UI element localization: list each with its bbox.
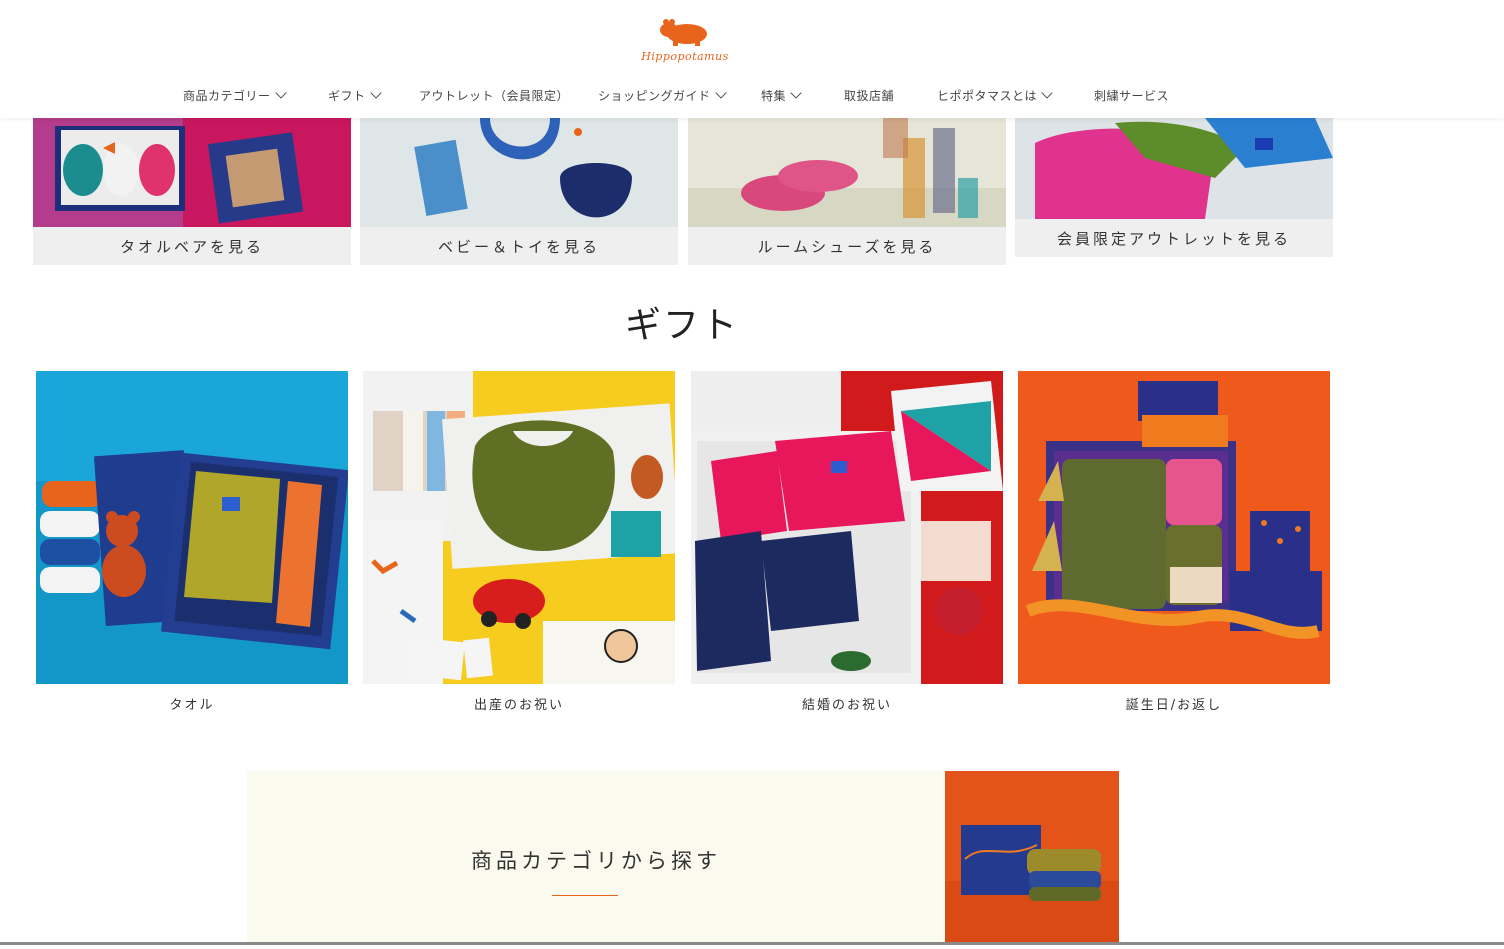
category-image	[33, 118, 351, 227]
category-image	[360, 118, 678, 227]
banner-accent-line	[552, 895, 618, 896]
nav-label: 商品カテゴリー	[183, 88, 271, 103]
gift-label: 出産のお祝い	[473, 698, 564, 713]
nav-label: アウトレット（会員限定）	[419, 88, 570, 103]
nav-label: ヒポポタマスとは	[937, 88, 1038, 103]
category-search-banner[interactable]: 商品カテゴリから探す	[247, 771, 1119, 945]
nav-item-stores[interactable]: 取扱店舗	[844, 84, 894, 106]
category-label: ルームシューズを見る	[688, 227, 1006, 265]
gift-label: 誕生日/お返し	[1125, 698, 1223, 713]
category-image	[688, 118, 1006, 227]
category-card-outlet[interactable]: 会員限定アウトレットを見る	[1015, 118, 1333, 257]
category-card-towel-bear[interactable]: タオルベアを見る	[33, 118, 351, 265]
brand-logo-text: Hippopotamus	[641, 50, 729, 63]
brand-logo[interactable]: Hippopotamus	[630, 14, 740, 70]
gift-image	[36, 371, 348, 684]
gift-card-birthday[interactable]: 誕生日/お返し	[1018, 371, 1330, 713]
gift-label: 結婚のお祝い	[801, 698, 892, 713]
gift-image	[691, 371, 1003, 684]
nav-item-about[interactable]: ヒポポタマスとは	[937, 84, 1053, 106]
chevron-down-icon	[790, 86, 802, 99]
nav-label: ギフト	[328, 88, 366, 103]
chevron-down-icon	[1041, 86, 1053, 99]
nav-item-categories[interactable]: 商品カテゴリー	[183, 84, 287, 106]
nav-item-features[interactable]: 特集	[761, 84, 802, 106]
nav-label: 取扱店舗	[844, 88, 895, 103]
nav-label: 特集	[761, 88, 787, 103]
gift-section-title: ギフト	[624, 305, 739, 346]
banner-title: 商品カテゴリから探す	[471, 849, 721, 873]
category-card-baby-toy[interactable]: ベビー＆トイを見る	[360, 118, 678, 265]
chevron-down-icon	[274, 86, 287, 99]
banner-image	[945, 771, 1119, 945]
main-nav: 商品カテゴリー ギフト アウトレット（会員限定） ショッピングガイド 特集 取扱…	[0, 84, 1504, 106]
gift-card-wedding[interactable]: 結婚のお祝い	[691, 371, 1003, 713]
site-header: Hippopotamus 商品カテゴリー ギフト アウトレット（会員限定） ショ…	[0, 0, 1504, 118]
hippo-logo-icon	[660, 19, 707, 46]
gift-image	[1018, 371, 1330, 684]
gift-card-towel[interactable]: タオル	[36, 371, 348, 713]
category-card-room-shoes[interactable]: ルームシューズを見る	[688, 118, 1006, 265]
gift-label: タオル	[169, 698, 215, 713]
chevron-down-icon	[369, 86, 382, 99]
category-label: タオルベアを見る	[33, 227, 351, 265]
nav-item-shopping-guide[interactable]: ショッピングガイド	[598, 84, 727, 106]
nav-item-embroidery[interactable]: 刺繍サービス	[1094, 84, 1169, 106]
category-label: 会員限定アウトレットを見る	[1015, 219, 1333, 257]
nav-label: ショッピングガイド	[598, 88, 711, 103]
category-label: ベビー＆トイを見る	[360, 227, 678, 265]
nav-item-gift[interactable]: ギフト	[328, 84, 382, 106]
category-image	[1015, 118, 1333, 219]
gift-image	[363, 371, 675, 684]
chevron-down-icon	[714, 86, 727, 99]
nav-label: 刺繍サービス	[1094, 88, 1170, 103]
gift-card-birth[interactable]: 出産のお祝い	[363, 371, 675, 713]
nav-item-outlet[interactable]: アウトレット（会員限定）	[419, 84, 569, 106]
